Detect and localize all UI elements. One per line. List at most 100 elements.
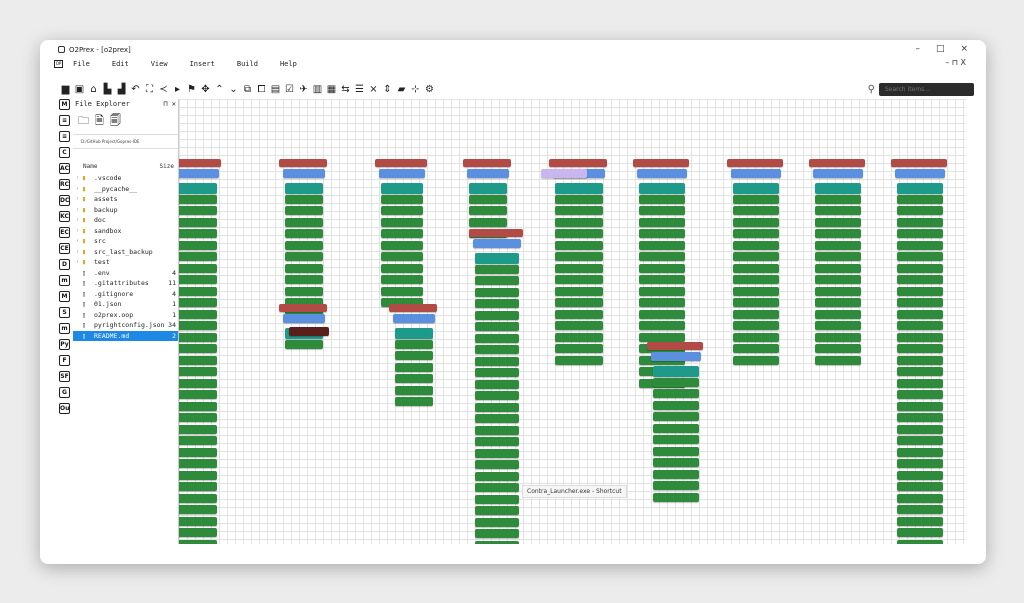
diagram-node[interactable] xyxy=(381,229,423,238)
diagram-node[interactable] xyxy=(653,492,699,502)
diagram-node[interactable] xyxy=(897,482,943,491)
diagram-node[interactable] xyxy=(639,217,685,227)
diagram-node[interactable] xyxy=(475,276,519,285)
diagram-node[interactable] xyxy=(179,344,217,353)
diagram-node[interactable] xyxy=(639,321,685,330)
diagram-node[interactable] xyxy=(815,240,861,250)
diagram-node[interactable] xyxy=(897,390,943,399)
diagram-node[interactable] xyxy=(179,447,217,457)
diagram-node[interactable] xyxy=(653,481,699,490)
diagram-node[interactable] xyxy=(381,206,423,215)
diagram-node[interactable] xyxy=(381,240,423,250)
explorer-item[interactable]: ▯ .env 4 xyxy=(73,268,178,279)
undo-icon[interactable]: ↶ xyxy=(130,85,141,96)
diagram-node[interactable] xyxy=(639,194,685,204)
module-icon[interactable]: M xyxy=(59,99,70,110)
diagram-node[interactable] xyxy=(395,339,433,349)
diagram-node[interactable] xyxy=(815,309,861,319)
diagram-node[interactable] xyxy=(179,240,217,250)
diagram-node[interactable] xyxy=(897,355,943,365)
diagram-node[interactable] xyxy=(653,366,699,377)
diagram-node[interactable] xyxy=(653,389,699,398)
col-name-header[interactable]: Name xyxy=(83,163,97,170)
refresh-icon[interactable]: 🗐 xyxy=(110,112,121,131)
diagram-node[interactable] xyxy=(897,505,943,514)
diagram-node[interactable] xyxy=(549,159,607,167)
diagram-node[interactable] xyxy=(381,275,423,284)
diagram-node[interactable] xyxy=(475,425,519,435)
diagram-node[interactable] xyxy=(897,298,943,307)
m-icon[interactable]: m xyxy=(59,275,70,286)
diagram-node[interactable] xyxy=(285,206,323,215)
diagram-node[interactable] xyxy=(733,309,779,319)
diagram-node[interactable] xyxy=(633,159,689,167)
menu-build[interactable]: Build xyxy=(237,60,258,68)
diagram-node[interactable] xyxy=(733,183,779,194)
diagram-node[interactable] xyxy=(653,435,699,444)
move-icon[interactable]: ✥ xyxy=(200,85,211,96)
diagram-node[interactable] xyxy=(555,217,603,227)
explorer-item[interactable]: › ▮ sandbox xyxy=(73,226,178,237)
diagram-node[interactable] xyxy=(375,159,427,167)
diagram-node[interactable] xyxy=(395,328,433,339)
diagram-node[interactable] xyxy=(285,275,323,284)
diagram-node[interactable] xyxy=(541,169,587,178)
diagram-node[interactable] xyxy=(733,275,779,284)
diagram-node[interactable] xyxy=(179,263,217,273)
diagram-node[interactable] xyxy=(285,263,323,273)
diagram-node[interactable] xyxy=(555,275,603,284)
diagram-node[interactable] xyxy=(733,355,779,365)
diagram-node[interactable] xyxy=(653,446,699,456)
g-icon[interactable]: G xyxy=(59,387,70,398)
diagram-node[interactable] xyxy=(285,183,323,194)
new-folder-icon[interactable]: 🗀 xyxy=(78,112,89,131)
diagram-node[interactable] xyxy=(733,206,779,215)
col-size-header[interactable]: Size xyxy=(160,163,174,170)
menu-help[interactable]: Help xyxy=(280,60,297,68)
diagram-node[interactable] xyxy=(469,183,507,194)
run-icon[interactable]: ✈ xyxy=(298,85,309,96)
image-icon[interactable]: ▣ xyxy=(74,85,85,96)
diagram-node[interactable] xyxy=(179,459,217,468)
diagram-canvas[interactable] xyxy=(178,99,966,544)
m3-icon[interactable]: m xyxy=(59,323,70,334)
diagram-node[interactable] xyxy=(733,298,779,307)
diagram-node[interactable] xyxy=(179,309,217,319)
diagram-node[interactable] xyxy=(179,183,217,194)
diagram-node[interactable] xyxy=(639,275,685,284)
diagram-node[interactable] xyxy=(395,397,433,406)
diagram-node[interactable] xyxy=(475,494,519,504)
diagram-node[interactable] xyxy=(475,322,519,331)
ce-icon[interactable]: CE xyxy=(59,243,70,254)
diagram-node[interactable] xyxy=(639,252,685,261)
diagram-node[interactable] xyxy=(475,529,519,538)
diagram-node[interactable] xyxy=(897,378,943,388)
diagram-node[interactable] xyxy=(285,194,323,204)
diagram-node[interactable] xyxy=(897,344,943,353)
diagram-node[interactable] xyxy=(379,169,425,178)
diagram-node[interactable] xyxy=(897,229,943,238)
diagram-node[interactable] xyxy=(555,298,603,307)
paste-icon[interactable]: ⧠ xyxy=(256,85,267,96)
diagram-node[interactable] xyxy=(555,344,603,353)
explorer-item[interactable]: › ▮ __pycache__ xyxy=(73,184,178,195)
diagram-node[interactable] xyxy=(179,390,217,399)
diagram-node[interactable] xyxy=(897,321,943,330)
diagram-node[interactable] xyxy=(179,169,219,178)
diagram-node[interactable] xyxy=(395,351,433,360)
diagram-node[interactable] xyxy=(653,412,699,421)
grid-icon[interactable]: ⊹ xyxy=(410,85,421,96)
diagram-node[interactable] xyxy=(475,379,519,389)
menu-insert[interactable]: Insert xyxy=(190,60,215,68)
explorer-item[interactable]: › ▮ test xyxy=(73,257,178,268)
ou-icon[interactable]: Ou xyxy=(59,403,70,414)
diagram-node[interactable] xyxy=(475,506,519,515)
diagram-node[interactable] xyxy=(179,355,217,365)
diagram-node[interactable] xyxy=(815,286,861,296)
diagram-node[interactable] xyxy=(179,413,217,422)
diagram-node[interactable] xyxy=(637,169,687,178)
diagram-node[interactable] xyxy=(289,327,329,336)
diagram-node[interactable] xyxy=(555,183,603,194)
diagram-node[interactable] xyxy=(555,229,603,238)
horizontal-scrollbar[interactable] xyxy=(178,544,966,552)
